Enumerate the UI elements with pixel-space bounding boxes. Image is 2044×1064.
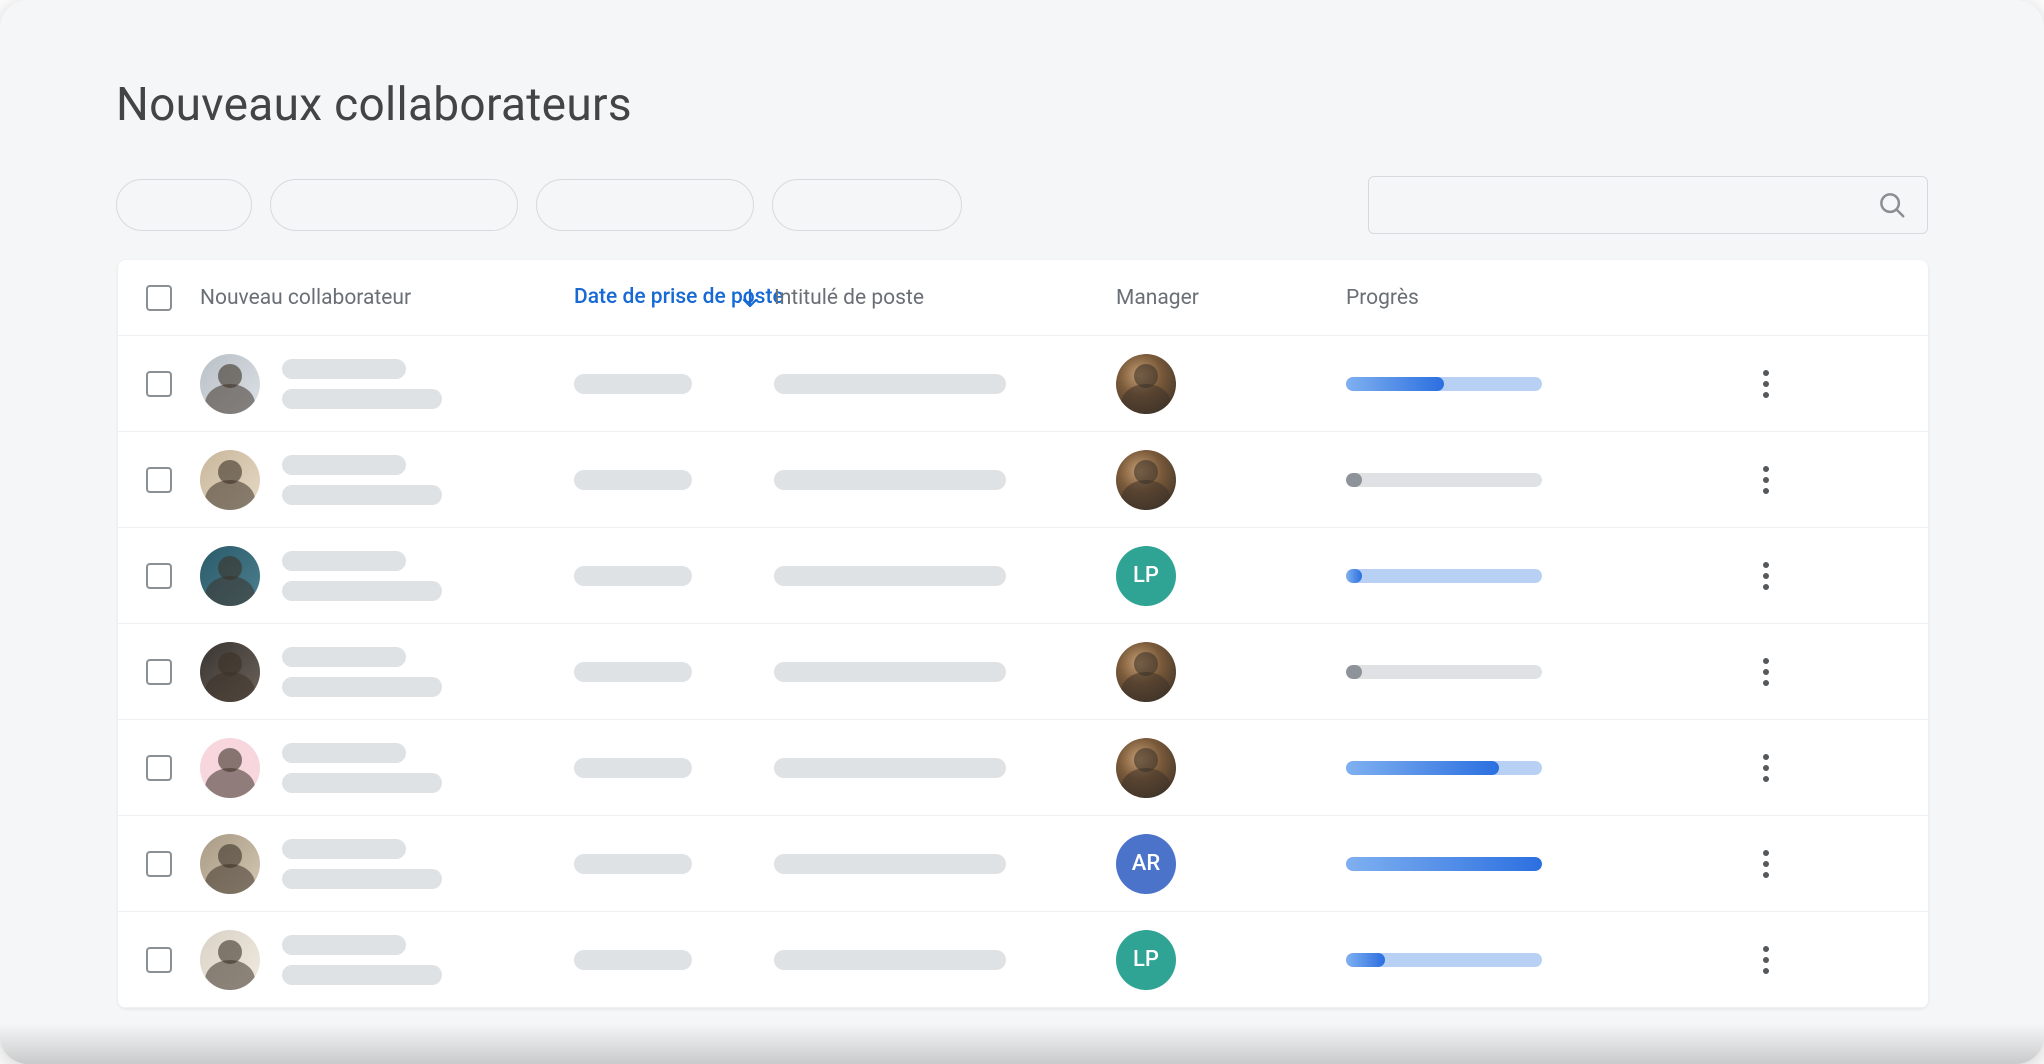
progress-bar bbox=[1346, 569, 1542, 583]
filter-chip-4[interactable] bbox=[772, 179, 962, 231]
name-placeholder bbox=[282, 551, 406, 571]
name-placeholder bbox=[282, 839, 406, 859]
subtitle-placeholder bbox=[282, 965, 442, 985]
filter-chip-1[interactable] bbox=[116, 179, 252, 231]
subtitle-placeholder bbox=[282, 869, 442, 889]
col-manager[interactable]: Manager bbox=[1116, 286, 1346, 310]
avatar bbox=[200, 354, 260, 414]
manager-avatar: LP bbox=[1116, 930, 1176, 990]
col-progress[interactable]: Progrès bbox=[1346, 286, 1706, 310]
search-input[interactable] bbox=[1368, 176, 1928, 234]
toolbar bbox=[0, 132, 2044, 234]
row-actions-menu[interactable] bbox=[1746, 748, 1786, 788]
job-title-placeholder bbox=[774, 662, 1006, 682]
progress-bar bbox=[1346, 953, 1542, 967]
start-date-placeholder bbox=[574, 470, 692, 490]
avatar bbox=[200, 930, 260, 990]
collaborators-table: Nouveau collaborateur Date de prise de p… bbox=[118, 260, 1928, 1008]
select-all-checkbox[interactable] bbox=[146, 285, 172, 311]
job-title-placeholder bbox=[774, 470, 1006, 490]
job-title-placeholder bbox=[774, 854, 1006, 874]
col-start-date[interactable]: Date de prise de poste bbox=[574, 285, 774, 310]
table-header: Nouveau collaborateur Date de prise de p… bbox=[118, 260, 1928, 336]
row-checkbox[interactable] bbox=[146, 371, 172, 397]
progress-bar bbox=[1346, 377, 1542, 391]
page-title: Nouveaux collaborateurs bbox=[0, 0, 2044, 132]
subtitle-placeholder bbox=[282, 581, 442, 601]
manager-avatar bbox=[1116, 354, 1176, 414]
table-row bbox=[118, 336, 1928, 432]
filter-chip-3[interactable] bbox=[536, 179, 754, 231]
avatar bbox=[200, 642, 260, 702]
progress-bar bbox=[1346, 761, 1542, 775]
job-title-placeholder bbox=[774, 374, 1006, 394]
table-row bbox=[118, 624, 1928, 720]
manager-avatar bbox=[1116, 642, 1176, 702]
row-checkbox[interactable] bbox=[146, 659, 172, 685]
table-row bbox=[118, 432, 1928, 528]
app-frame: Nouveaux collaborateurs Nouveau collabor… bbox=[0, 0, 2044, 1064]
start-date-placeholder bbox=[574, 662, 692, 682]
table-row bbox=[118, 720, 1928, 816]
avatar bbox=[200, 834, 260, 894]
row-actions-menu[interactable] bbox=[1746, 844, 1786, 884]
progress-bar bbox=[1346, 665, 1542, 679]
job-title-placeholder bbox=[774, 566, 1006, 586]
subtitle-placeholder bbox=[282, 773, 442, 793]
start-date-placeholder bbox=[574, 758, 692, 778]
table-row: LP bbox=[118, 528, 1928, 624]
manager-avatar bbox=[1116, 450, 1176, 510]
start-date-placeholder bbox=[574, 950, 692, 970]
row-actions-menu[interactable] bbox=[1746, 556, 1786, 596]
avatar bbox=[200, 546, 260, 606]
name-placeholder bbox=[282, 455, 406, 475]
row-checkbox[interactable] bbox=[146, 851, 172, 877]
subtitle-placeholder bbox=[282, 389, 442, 409]
start-date-placeholder bbox=[574, 854, 692, 874]
progress-bar bbox=[1346, 857, 1542, 871]
start-date-placeholder bbox=[574, 374, 692, 394]
job-title-placeholder bbox=[774, 758, 1006, 778]
row-actions-menu[interactable] bbox=[1746, 652, 1786, 692]
name-placeholder bbox=[282, 647, 406, 667]
row-checkbox[interactable] bbox=[146, 563, 172, 589]
name-placeholder bbox=[282, 359, 406, 379]
manager-avatar: AR bbox=[1116, 834, 1176, 894]
col-collaborator[interactable]: Nouveau collaborateur bbox=[200, 286, 574, 310]
name-placeholder bbox=[282, 743, 406, 763]
col-start-date-label: Date de prise de poste bbox=[574, 285, 724, 310]
row-actions-menu[interactable] bbox=[1746, 460, 1786, 500]
search-icon bbox=[1877, 190, 1907, 220]
manager-avatar bbox=[1116, 738, 1176, 798]
avatar bbox=[200, 450, 260, 510]
subtitle-placeholder bbox=[282, 677, 442, 697]
progress-bar bbox=[1346, 473, 1542, 487]
subtitle-placeholder bbox=[282, 485, 442, 505]
start-date-placeholder bbox=[574, 566, 692, 586]
row-actions-menu[interactable] bbox=[1746, 940, 1786, 980]
job-title-placeholder bbox=[774, 950, 1006, 970]
row-checkbox[interactable] bbox=[146, 947, 172, 973]
table-row: LP bbox=[118, 912, 1928, 1008]
row-actions-menu[interactable] bbox=[1746, 364, 1786, 404]
manager-avatar: LP bbox=[1116, 546, 1176, 606]
row-checkbox[interactable] bbox=[146, 755, 172, 781]
filter-chip-2[interactable] bbox=[270, 179, 518, 231]
name-placeholder bbox=[282, 935, 406, 955]
sort-down-icon bbox=[738, 286, 762, 310]
row-checkbox[interactable] bbox=[146, 467, 172, 493]
col-job-title[interactable]: Intitulé de poste bbox=[774, 286, 1116, 310]
avatar bbox=[200, 738, 260, 798]
table-row: AR bbox=[118, 816, 1928, 912]
